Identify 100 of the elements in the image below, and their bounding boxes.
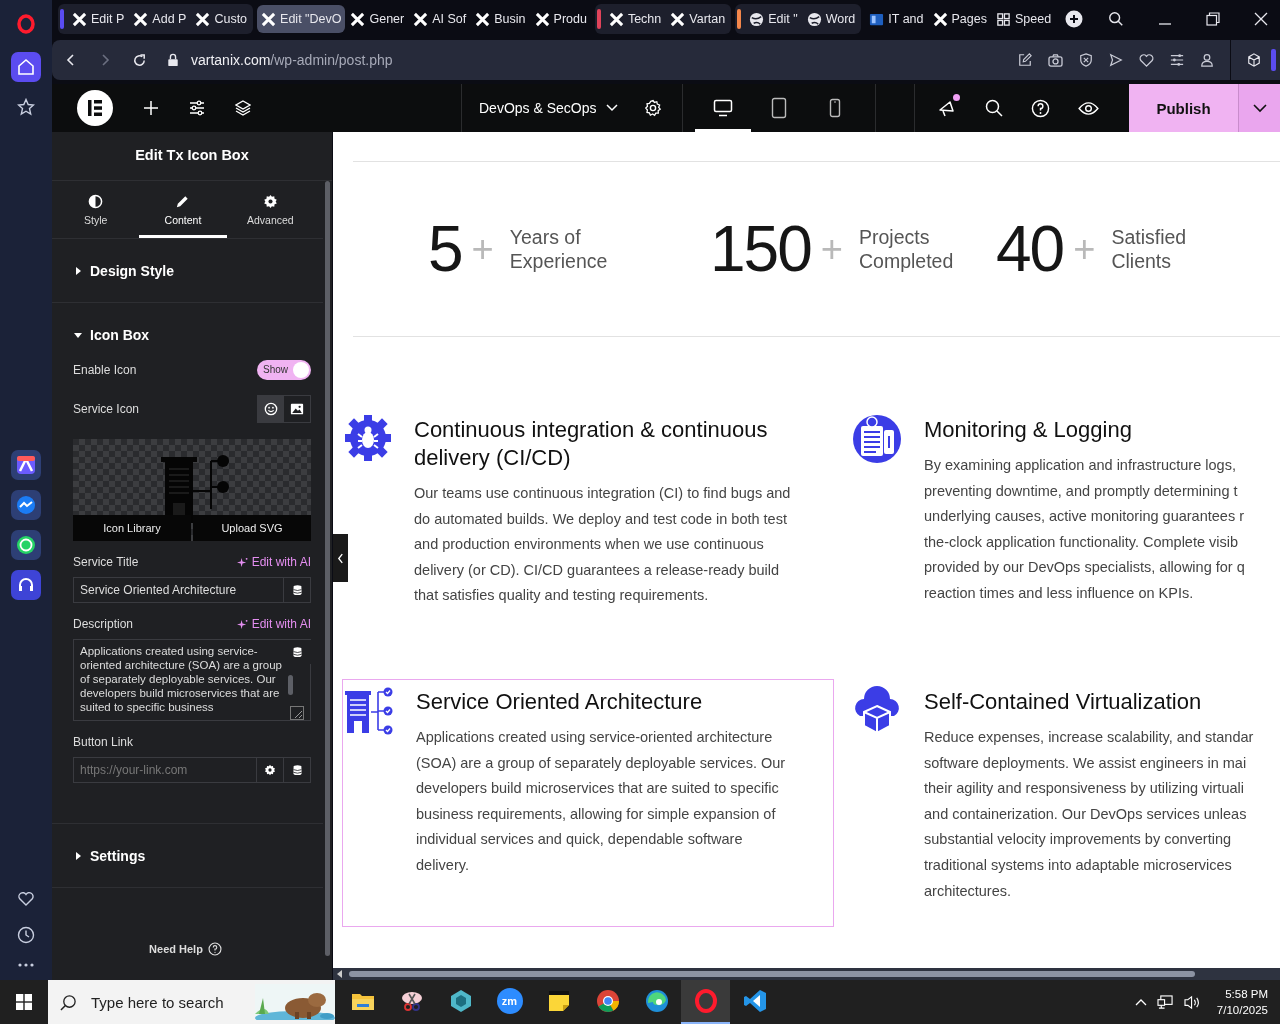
edit-with-ai-link[interactable]: Edit with AI — [236, 555, 311, 569]
media-button[interactable]: Icon Library — [73, 515, 191, 541]
database-icon — [292, 584, 302, 596]
need-help-link[interactable]: Need Help — [149, 942, 222, 956]
url-field[interactable]: https://your-link.com — [73, 757, 257, 783]
edit-with-ai-link[interactable]: Edit with AI — [236, 617, 311, 631]
clock-time[interactable]: 5:58 PM — [1225, 986, 1268, 1002]
collapse-panel-button[interactable] — [333, 534, 348, 582]
plus-sign: + — [1073, 227, 1096, 271]
publish-button[interactable]: Publish — [1129, 84, 1238, 132]
reload-icon[interactable] — [132, 52, 147, 68]
clock-date[interactable]: 7/10/2025 — [1216, 1002, 1268, 1018]
clock-icon[interactable] — [17, 926, 35, 944]
browser-tab[interactable]: Produ — [530, 5, 591, 33]
browser-tab[interactable]: AI Sof — [409, 5, 471, 33]
scroll-left-icon[interactable] — [336, 970, 344, 978]
search-icon[interactable] — [1108, 11, 1124, 27]
browser-tab[interactable]: Word — [802, 5, 860, 33]
page-title-dropdown[interactable]: DevOps & SecOps — [479, 100, 618, 116]
section-header[interactable]: Design Style — [52, 239, 323, 302]
sticky-note-icon — [546, 989, 571, 1013]
gear-icon — [264, 764, 276, 776]
icon-box-title: Self-Contained Virtualization — [924, 688, 1203, 716]
browser-tab[interactable]: Add P — [129, 5, 191, 33]
scrollbar-thumb[interactable] — [349, 971, 1195, 977]
stat-number: 40 — [996, 217, 1064, 281]
search-field[interactable]: Type here to search — [89, 992, 243, 1012]
shield-icon[interactable] — [1079, 53, 1093, 67]
icon-box-title: Service Oriented Architecture — [416, 688, 704, 716]
stat-label: Projects Completed — [859, 225, 954, 273]
settings-icon[interactable] — [643, 99, 662, 117]
browser-tab[interactable]: Pages — [928, 5, 991, 33]
browser-tab[interactable]: Custo — [191, 5, 252, 33]
windows-logo-icon[interactable] — [16, 994, 32, 1010]
add-icon[interactable] — [143, 100, 159, 116]
text-field[interactable]: Service Oriented Architecture — [73, 577, 284, 603]
panel-tab[interactable]: Content — [139, 181, 227, 238]
panel-tab[interactable]: Advanced — [226, 181, 314, 238]
browser-tab[interactable]: Gener — [346, 5, 409, 33]
camera-icon[interactable] — [1048, 53, 1063, 67]
search-icon[interactable] — [985, 99, 1003, 117]
panel-tab[interactable]: Style — [52, 181, 140, 238]
eye-icon[interactable] — [1078, 100, 1099, 116]
app-icon[interactable] — [11, 450, 41, 480]
tab-group-marker[interactable] — [60, 9, 64, 29]
image-icon — [290, 401, 304, 416]
cube-icon[interactable] — [1247, 53, 1261, 67]
browser-tab[interactable]: Vartan — [666, 5, 730, 33]
restore-icon[interactable] — [1206, 12, 1220, 26]
more-icon[interactable] — [17, 962, 35, 968]
x-logo-icon — [475, 11, 491, 27]
browser-tab[interactable]: IT and — [865, 5, 928, 33]
close-icon[interactable] — [1254, 12, 1268, 26]
browser-tab[interactable]: Edit " — [745, 5, 802, 33]
send-icon[interactable] — [1109, 53, 1123, 67]
opera-icon — [693, 989, 718, 1013]
heart-icon[interactable] — [1139, 52, 1154, 68]
browser-tab[interactable]: Busin — [471, 5, 530, 33]
dynamic-tags-button[interactable] — [284, 757, 311, 783]
messenger-icon[interactable] — [11, 490, 41, 520]
scrollbar-thumb[interactable] — [325, 181, 330, 956]
layers-icon[interactable] — [235, 100, 251, 116]
new-tab-icon[interactable] — [1065, 10, 1084, 28]
browser-tab[interactable]: Edit "DevO — [257, 5, 346, 33]
taskbar-app-button[interactable] — [681, 980, 730, 1024]
whatsapp-icon[interactable] — [11, 530, 41, 560]
tab-group-marker[interactable] — [596, 9, 601, 29]
tab-group-marker[interactable] — [737, 9, 742, 29]
person-icon[interactable] — [1200, 53, 1214, 67]
help-icon[interactable] — [1031, 98, 1050, 118]
gear-icon — [262, 193, 278, 209]
browser-tab[interactable]: Speed — [991, 5, 1056, 33]
edit-icon[interactable] — [1018, 53, 1032, 67]
opera-logo-icon[interactable] — [16, 14, 36, 34]
toggle-switch[interactable]: Show — [257, 359, 311, 380]
help-icon — [207, 942, 222, 956]
chevron-up-icon[interactable] — [1134, 998, 1147, 1006]
megaphone-icon[interactable] — [937, 98, 957, 118]
media-button[interactable]: Upload SVG — [193, 515, 311, 541]
heart-icon[interactable] — [17, 890, 35, 908]
network-icon[interactable] — [1156, 994, 1174, 1010]
elementor-logo-icon[interactable] — [77, 90, 113, 126]
sidebar-button[interactable] — [11, 52, 41, 82]
globe-icon — [749, 11, 765, 27]
volume-icon[interactable] — [1183, 994, 1201, 1010]
x-logo-icon — [413, 11, 429, 27]
star-icon — [17, 98, 35, 116]
menu-icon[interactable] — [1170, 53, 1184, 67]
section-header[interactable]: Settings — [52, 824, 323, 887]
link-options-button[interactable] — [257, 757, 284, 783]
browser-tab[interactable]: Techn — [604, 5, 666, 33]
browser-tab[interactable]: Edit P — [68, 5, 129, 33]
headphones-icon[interactable] — [11, 570, 41, 600]
choice-button[interactable] — [258, 395, 284, 422]
sliders-icon[interactable] — [189, 100, 205, 116]
document-server-icon — [852, 414, 902, 464]
selected-icon-box[interactable] — [342, 679, 834, 927]
lock-icon[interactable] — [167, 53, 179, 67]
dynamic-tags-button[interactable] — [284, 577, 311, 603]
url-text[interactable]: vartanix.com/wp-admin/post.php — [191, 52, 393, 68]
